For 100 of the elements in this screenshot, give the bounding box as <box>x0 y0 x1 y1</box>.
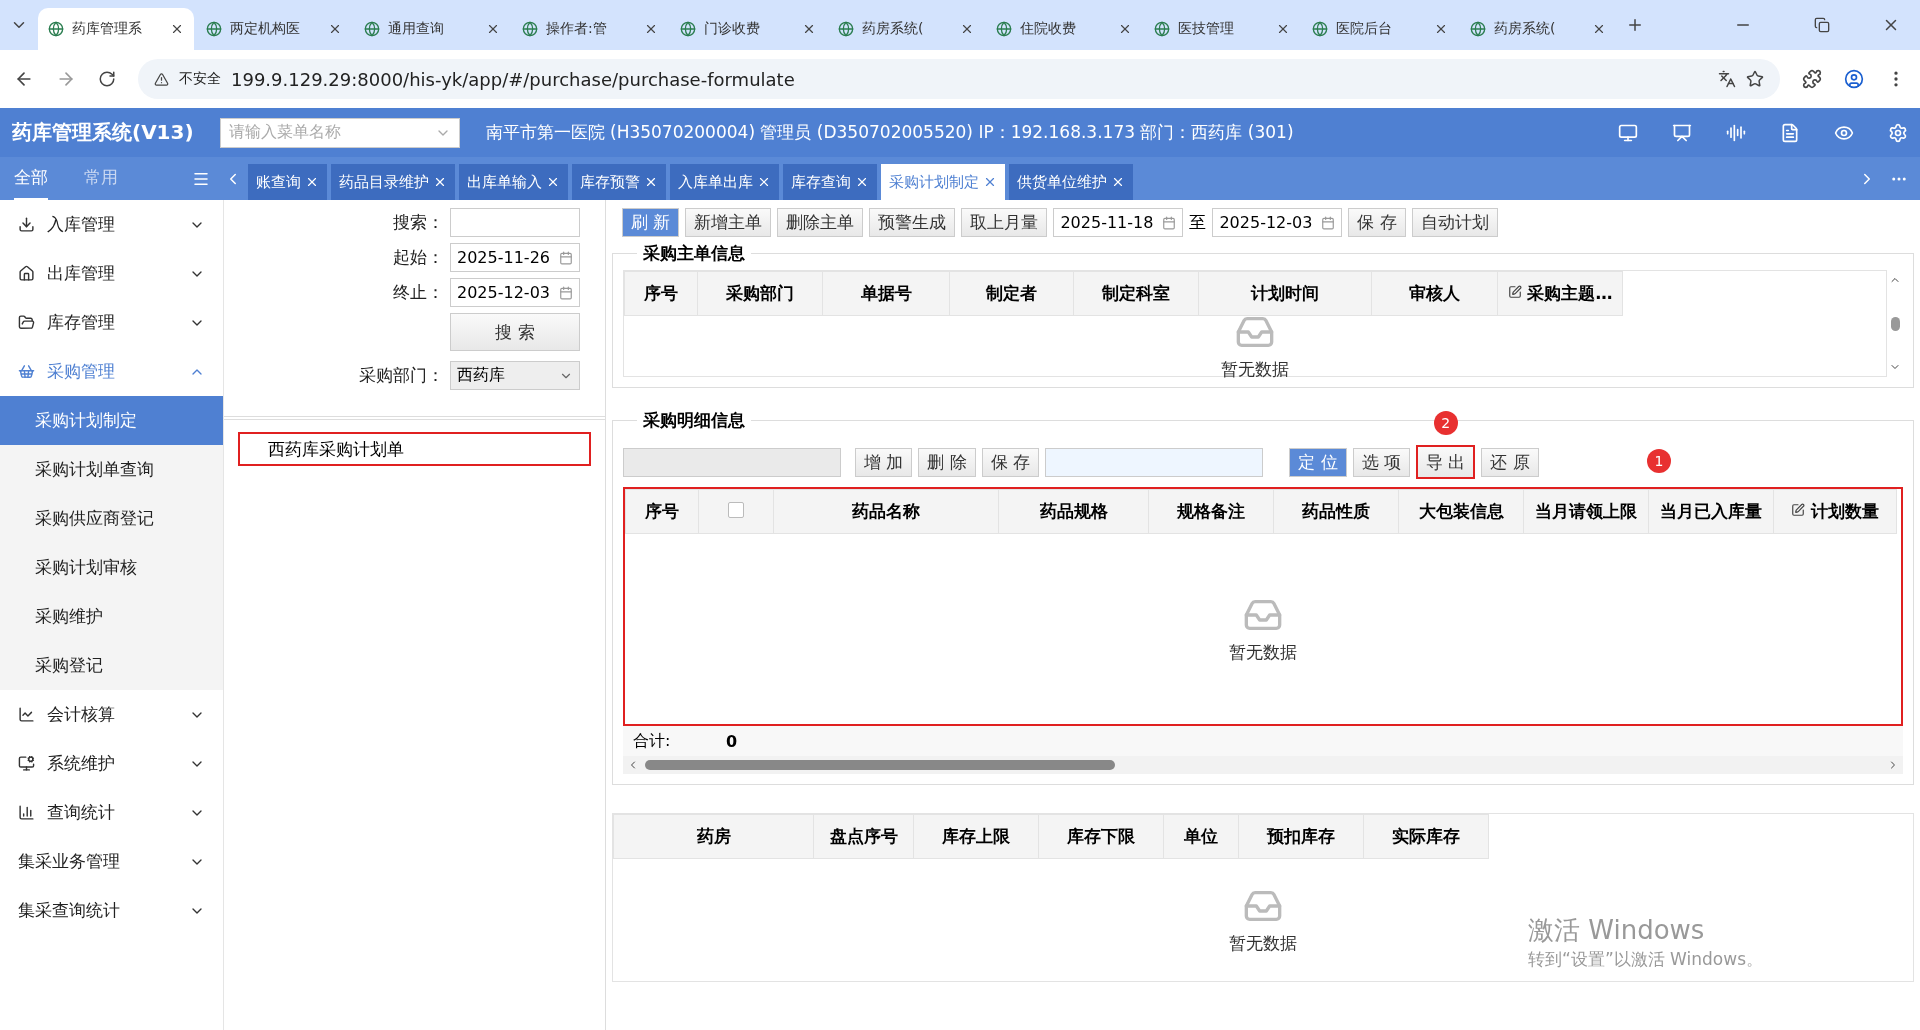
page-tab[interactable]: 账查询 <box>248 164 327 200</box>
date-field[interactable]: 2025-11-18 <box>1053 208 1184 237</box>
security-warning[interactable]: 不安全 <box>179 70 221 88</box>
browser-tab[interactable]: 两定机构医 <box>196 8 352 50</box>
column-header: 制定者 <box>949 271 1074 316</box>
browser-tab[interactable]: 门诊收费 <box>670 8 826 50</box>
toolbar-button[interactable]: 保 存 <box>981 447 1040 477</box>
close-tab-icon[interactable] <box>486 22 500 36</box>
browser-tab[interactable]: 药库管理系 <box>38 8 194 50</box>
url-text: 199.9.129.29:8000/his-yk/app/#/purchase/purchase-formulate <box>231 68 796 90</box>
toolbar-button[interactable]: 删除主单 <box>777 208 864 237</box>
reload-icon[interactable] <box>98 70 116 88</box>
close-tab-icon[interactable] <box>546 175 560 189</box>
header-tool-icon[interactable] <box>1672 122 1692 143</box>
sidebar-item[interactable]: 入库管理 <box>0 200 223 249</box>
sidebar-subitem[interactable]: 采购计划审核 <box>0 543 223 592</box>
toolbar-button[interactable]: 新增主单 <box>685 208 772 237</box>
date-field[interactable]: 2025-12-03 <box>450 278 580 307</box>
toolbar-button[interactable]: 取上月量 <box>961 208 1048 237</box>
page-tab[interactable]: 出库单输入 <box>459 164 568 200</box>
toolbar-button[interactable]: 预警生成 <box>869 208 956 237</box>
page-tab[interactable]: 库存查询 <box>783 164 877 200</box>
toolbar-button[interactable]: 自动计划 <box>1411 208 1498 237</box>
site-icon <box>680 21 696 37</box>
header-tool-icon[interactable] <box>1780 122 1800 143</box>
menu-item-icon <box>18 755 35 772</box>
page-tab[interactable]: 入库单出库 <box>670 164 779 200</box>
close-tab-icon[interactable] <box>1276 22 1290 36</box>
scroll-thumb[interactable] <box>645 760 1115 770</box>
close-tab-icon[interactable] <box>757 175 771 189</box>
column-header: 盘点序号 <box>813 814 914 859</box>
browser-tab[interactable]: 医技管理 <box>1144 8 1300 50</box>
close-tab-icon[interactable] <box>644 22 658 36</box>
input-field[interactable] <box>1045 447 1264 477</box>
date-field[interactable]: 2025-12-03 <box>1212 208 1343 237</box>
toolbar-button[interactable]: 保 存 <box>1348 208 1406 237</box>
close-tab-icon[interactable] <box>1118 22 1132 36</box>
browser-tab[interactable]: 通用查询 <box>354 8 510 50</box>
column-header: 序号 <box>625 489 699 534</box>
toolbar-button[interactable]: 导 出 <box>1416 445 1476 479</box>
page-tab[interactable]: 药品目录维护 <box>331 164 455 200</box>
sidebar-subitem[interactable]: 采购供应商登记 <box>0 494 223 543</box>
close-tab-icon[interactable] <box>855 175 869 189</box>
sidebar-subitem[interactable]: 采购计划制定 <box>0 396 223 445</box>
close-tab-icon[interactable] <box>433 175 447 189</box>
toolbar-button[interactable]: 还 原 <box>1481 447 1539 477</box>
restore-icon[interactable] <box>1814 17 1830 33</box>
new-tab-icon[interactable] <box>1626 16 1644 34</box>
close-tab-icon[interactable] <box>802 22 816 36</box>
plan-list-item[interactable]: 西药库采购计划单 <box>238 432 591 466</box>
sidebar-item[interactable]: 集采业务管理 <box>0 837 223 886</box>
sidebar-item[interactable]: 采购管理 <box>0 347 223 396</box>
profile-icon[interactable] <box>1844 69 1864 89</box>
field-label: 采购部门： <box>358 364 444 387</box>
scroll-thumb[interactable] <box>1890 316 1900 331</box>
close-tab-icon[interactable] <box>960 22 974 36</box>
search-field[interactable] <box>450 208 580 237</box>
close-tab-icon[interactable] <box>328 22 342 36</box>
column-header: 药房 <box>613 814 814 859</box>
close-tab-icon[interactable] <box>644 175 658 189</box>
close-tab-icon[interactable] <box>1111 175 1125 189</box>
sidebar-subitem[interactable]: 采购维护 <box>0 592 223 641</box>
column-header: 单位 <box>1163 814 1239 859</box>
sidebar-item[interactable]: 查询统计 <box>0 788 223 837</box>
header-tool-icon[interactable] <box>1888 122 1908 143</box>
toolbar-button[interactable]: 删 除 <box>918 447 976 477</box>
page-tab[interactable]: 采购计划制定 <box>881 164 1005 200</box>
browser-tab[interactable]: 药房系统( <box>828 8 984 50</box>
sidebar-item[interactable]: 集采查询统计 <box>0 886 223 935</box>
toolbar-button[interactable]: 选 项 <box>1352 447 1411 477</box>
close-tab-icon[interactable] <box>305 175 319 189</box>
app-title: 药库管理系统(V13) <box>12 119 194 146</box>
department-select[interactable]: 西药库 <box>450 361 580 390</box>
select-all-checkbox[interactable] <box>728 501 744 518</box>
header-tool-icon[interactable] <box>1618 122 1638 143</box>
address-bar[interactable]: 不安全 199.9.129.29:8000/his-yk/app/#/purchase/purchase-formulate <box>138 59 1780 99</box>
sidebar-item[interactable]: 系统维护 <box>0 739 223 788</box>
header-tool-icon[interactable] <box>1726 122 1746 143</box>
search-button[interactable]: 搜 索 <box>450 313 580 351</box>
field-label: 终止： <box>392 281 444 304</box>
page-tab[interactable]: 供货单位维护 <box>1009 164 1133 200</box>
sidebar-subitem[interactable]: 采购登记 <box>0 641 223 690</box>
browser-tab[interactable]: 住院收费 <box>986 8 1142 50</box>
page-tab[interactable]: 库存预警 <box>572 164 666 200</box>
sidebar-item[interactable]: 出库管理 <box>0 249 223 298</box>
translate-icon[interactable] <box>1718 70 1736 88</box>
close-tab-icon[interactable] <box>1434 22 1448 36</box>
browser-tab[interactable]: 医院后台 <box>1302 8 1458 50</box>
menu-item-icon <box>18 706 35 723</box>
extensions-icon[interactable] <box>1802 69 1822 89</box>
browser-tab[interactable]: 操作者:管 <box>512 8 668 50</box>
close-tab-icon[interactable] <box>1592 22 1606 36</box>
bookmark-star-icon[interactable] <box>1746 70 1764 88</box>
toolbar-button[interactable]: 增 加 <box>855 447 913 477</box>
sidebar-item[interactable]: 库存管理 <box>0 298 223 347</box>
sidebar-item[interactable]: 会计核算 <box>0 690 223 739</box>
sidebar-subitem[interactable]: 采购计划单查询 <box>0 445 223 494</box>
close-tab-icon[interactable] <box>170 22 184 36</box>
date-field[interactable]: 2025-11-26 <box>450 243 580 272</box>
browser-tab[interactable]: 药房系统( <box>1460 8 1616 50</box>
